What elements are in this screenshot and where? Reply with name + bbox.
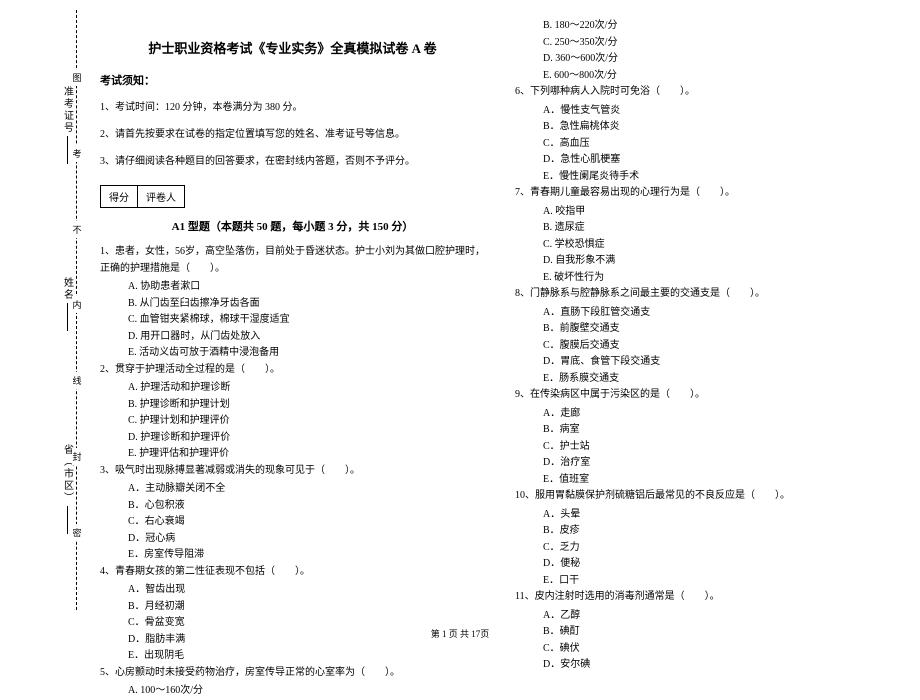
dash-word: 封 [72,448,81,465]
question-stem: 6、下列哪种病人入院时可免浴（ ）。 [515,84,900,101]
notice-header: 考试须知： [100,72,485,88]
question-option: B. 护理诊断和护理计划 [100,397,485,414]
dash-word: 线 [72,372,81,389]
question-option: B．心包积液 [100,498,485,515]
left-column: 护士职业资格考试《专业实务》全真模拟试卷 A 卷 考试须知： 1、考试时间：12… [100,18,485,700]
question-option: A. 协助患者漱口 [100,279,485,296]
question-stem: 10、服用胃黏膜保护剂硫糖铝后最常见的不良反应是（ ）。 [515,488,900,505]
question-option: E．口干 [515,573,900,590]
question-option: B. 180～220次/分 [515,18,900,35]
question-option: E. 破坏性行为 [515,270,900,287]
question-stem: 8、门静脉系与腔静脉系之间最主要的交通支是（ ）。 [515,286,900,303]
question-option: D．治疗室 [515,455,900,472]
question-option: D．便秘 [515,556,900,573]
question-option: D．冠心病 [100,531,485,548]
question-option: A．智齿出现 [100,582,485,599]
dash-word: 图 [72,69,81,86]
notice-item: 3、请仔细阅读各种题目的回答要求，在密封线内答题，否则不予评分。 [100,154,485,169]
question-stem: 3、吸气时出现脉搏显著减弱或消失的现象可见于（ ）。 [100,463,485,480]
question-option: A. 100～160次/分 [100,683,485,700]
question-option: C. 250～350次/分 [515,35,900,52]
underline [67,136,68,164]
underline [67,506,68,534]
question-option: B. 遗尿症 [515,220,900,237]
binding-dashed-labels: 图 考 不 内 线 封 密 [70,0,84,650]
question-option: A．主动脉瓣关闭不全 [100,481,485,498]
question-option: A．头晕 [515,507,900,524]
question-option: E. 活动义齿可放于酒精中浸泡备用 [100,345,485,362]
score-box: 得分 评卷人 [100,185,185,208]
question-option: B. 从门齿至臼齿擦净牙齿各面 [100,296,485,313]
question-option: D. 360～600次/分 [515,51,900,68]
question-stem: 4、青春期女孩的第二性征表现不包括（ ）。 [100,564,485,581]
question-option: A．乙醇 [515,608,900,625]
question-option: B．病室 [515,422,900,439]
right-column: B. 180～220次/分C. 250～350次/分D. 360～600次/分E… [515,18,900,700]
grader-cell: 评卷人 [138,186,184,207]
question-option: A．慢性支气管炎 [515,103,900,120]
underline [67,303,68,331]
dash-word: 密 [72,524,81,541]
question-option: D．急性心肌梗塞 [515,152,900,169]
question-option: C. 血管钳夹紧棉球，棉球干湿度适宜 [100,312,485,329]
dash-word: 不 [72,221,81,238]
question-option: A．走廊 [515,406,900,423]
score-cell: 得分 [101,186,138,207]
exam-title: 护士职业资格考试《专业实务》全真模拟试卷 A 卷 [100,38,485,57]
question-option: C．碘伏 [515,641,900,658]
question-option: E．肠系膜交通支 [515,371,900,388]
question-option: A. 咬指甲 [515,204,900,221]
question-stem: 1、患者，女性，56岁，高空坠落伤，目前处于昏迷状态。护士小刘为其做口腔护理时，… [100,244,485,277]
notice-item: 2、请首先按要求在试卷的指定位置填写您的姓名、准考证号等信息。 [100,127,485,142]
dash-word: 内 [72,296,81,313]
question-option: D．胃底、食管下段交通支 [515,354,900,371]
question-option: C. 学校恐惧症 [515,237,900,254]
question-option: C．护士站 [515,439,900,456]
question-option: B．月经初潮 [100,599,485,616]
question-option: A. 护理活动和护理诊断 [100,380,485,397]
question-option: D. 用开口器时，从门齿处放入 [100,329,485,346]
question-option: B．皮疹 [515,523,900,540]
question-option: D. 自我形象不满 [515,253,900,270]
question-option: C．腹膜后交通支 [515,338,900,355]
question-stem: 11、皮内注射时选用的消毒剂通常是（ ）。 [515,589,900,606]
dash-word: 考 [72,145,81,162]
question-stem: 9、在传染病区中属于污染区的是（ ）。 [515,387,900,404]
question-option: B．急性扁桃体炎 [515,119,900,136]
question-option: C．高血压 [515,136,900,153]
question-option: E. 护理评估和护理评价 [100,446,485,463]
question-option: D. 护理诊断和护理评价 [100,430,485,447]
question-option: C．乏力 [515,540,900,557]
question-option: E．出现阴毛 [100,648,485,665]
question-option: B．前腹壁交通支 [515,321,900,338]
section-title: A1 型题（本题共 50 题，每小题 3 分，共 150 分） [100,218,485,234]
question-option: C. 护理计划和护理评价 [100,413,485,430]
notice-item: 1、考试时间：120 分钟，本卷满分为 380 分。 [100,100,485,115]
question-stem: 7、青春期儿童最容易出现的心理行为是（ ）。 [515,185,900,202]
question-option: E. 600～800次/分 [515,68,900,85]
page-footer: 第 1 页 共 17页 [0,627,920,640]
question-option: C．右心衰竭 [100,514,485,531]
question-stem: 2、贯穿于护理活动全过程的是（ ）。 [100,362,485,379]
question-stem: 5、心房颤动时未接受药物治疗，房室传导正常的心室率为（ ）。 [100,665,485,682]
question-option: E．房室传导阻滞 [100,547,485,564]
question-option: E．慢性阑尾炎待手术 [515,169,900,186]
question-option: A．直肠下段肛管交通支 [515,305,900,322]
question-option: E．值班室 [515,472,900,489]
question-option: D．安尔碘 [515,657,900,674]
